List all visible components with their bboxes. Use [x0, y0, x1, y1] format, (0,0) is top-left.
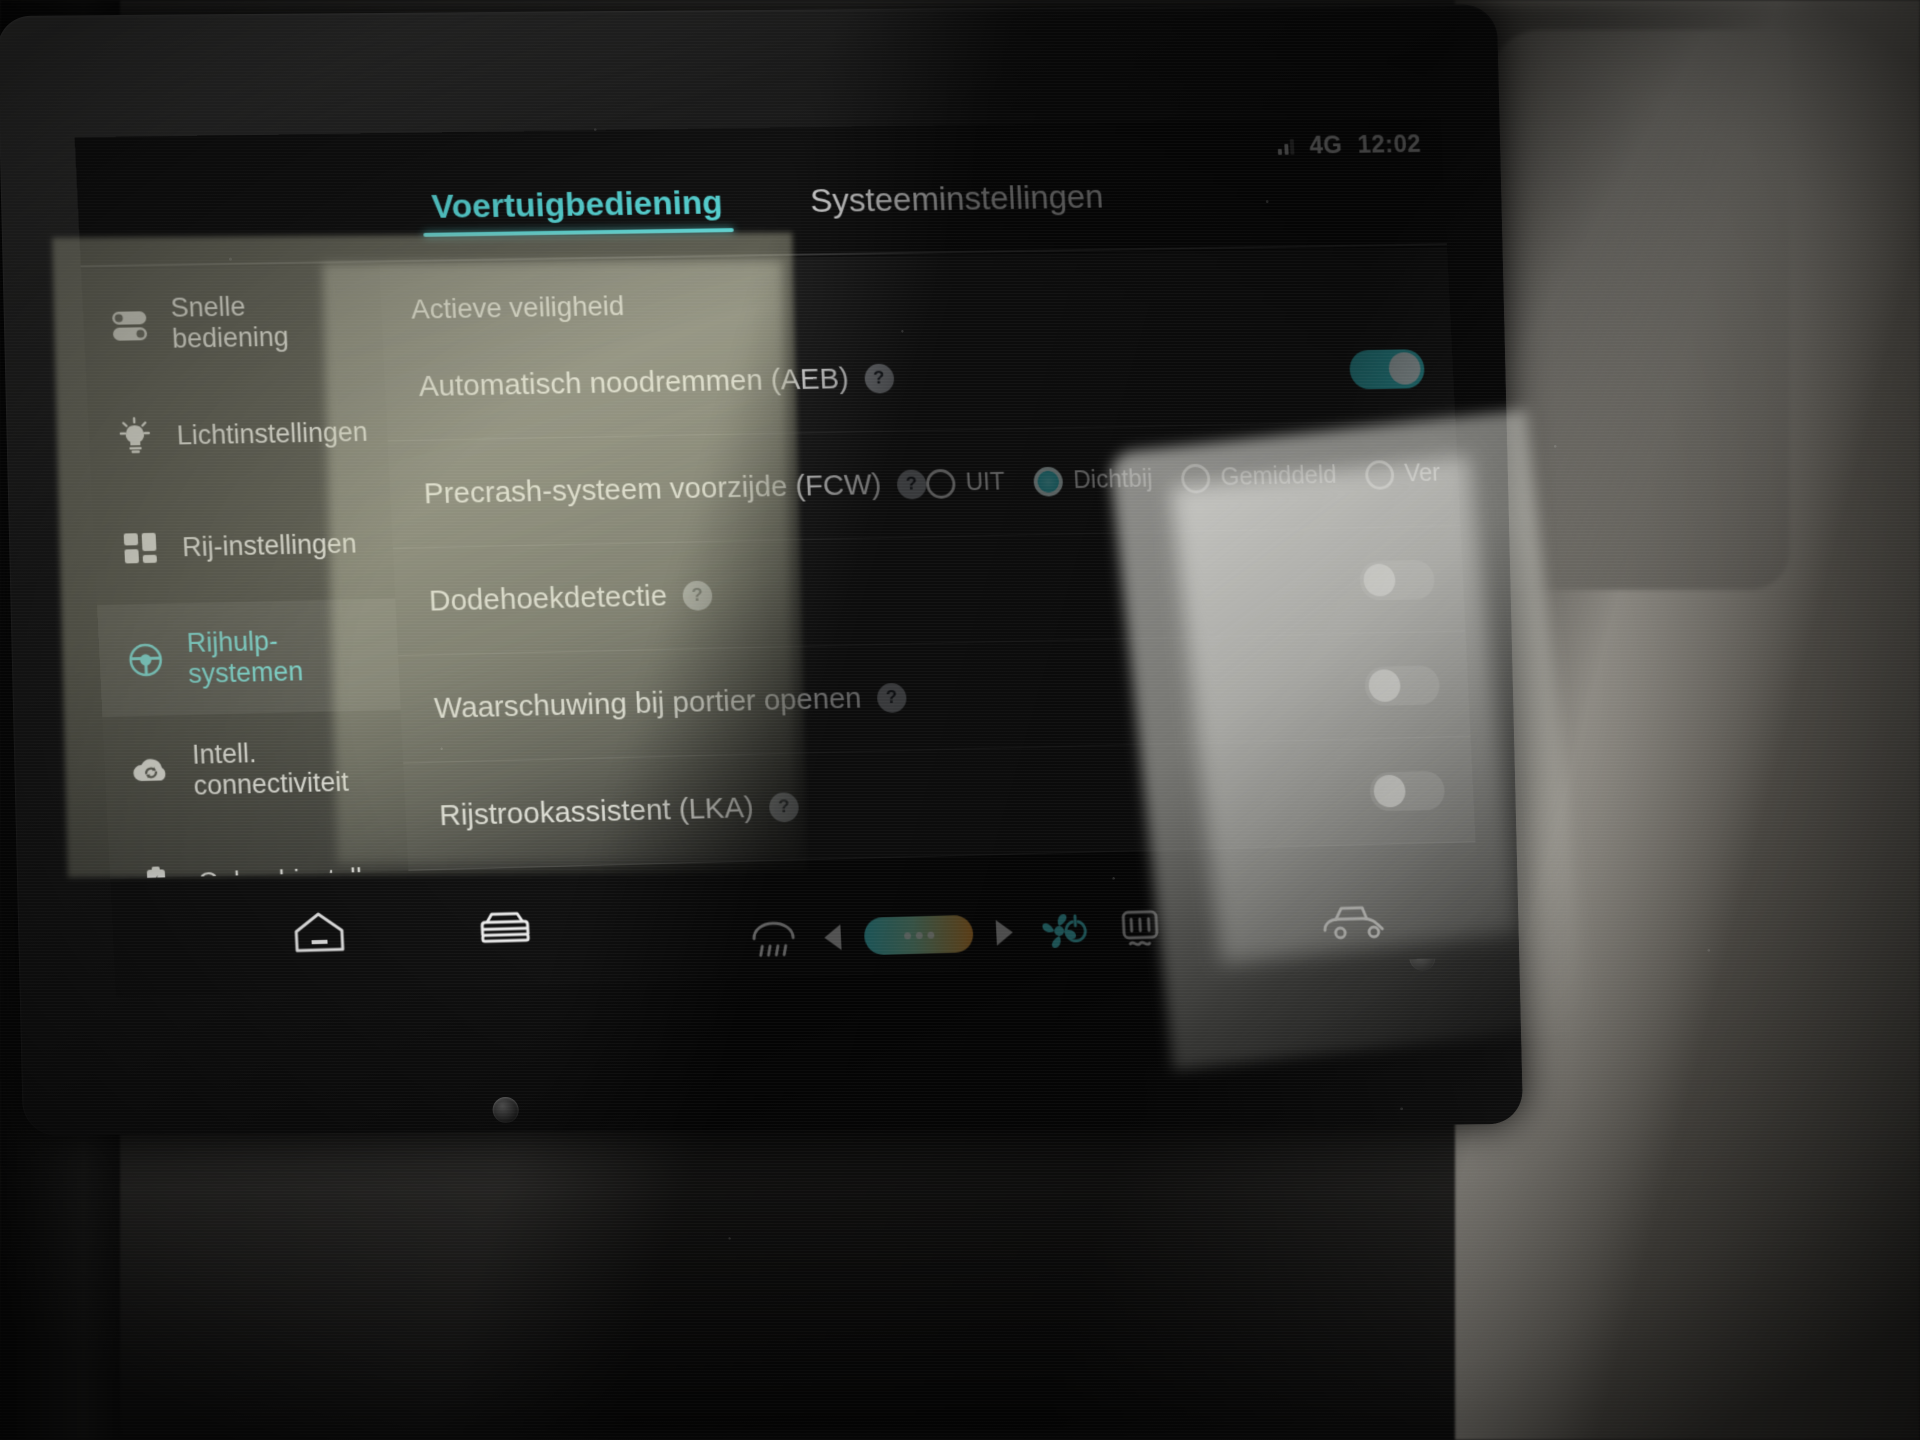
setting-row-aeb[interactable]: Automatisch noodremmen (AEB) ?: [382, 315, 1456, 442]
radio-dot: [1364, 459, 1395, 490]
toggle-lka[interactable]: [1369, 770, 1446, 812]
temperature-slider[interactable]: [863, 914, 974, 956]
tab-voertuigbediening[interactable]: Voertuigbediening: [425, 180, 730, 243]
setting-label: Rijstrookassistent (LKA): [438, 790, 755, 832]
radio-label: Dichtbij: [1072, 464, 1154, 494]
network-type-label: 4G: [1308, 130, 1344, 159]
front-defrost-icon[interactable]: [1114, 904, 1166, 954]
radio-dot: [1180, 463, 1211, 494]
help-icon[interactable]: ?: [876, 682, 907, 713]
home-icon[interactable]: [289, 906, 349, 957]
sidebar-item-label: Rij-instellingen: [181, 528, 358, 562]
arrow-right-icon[interactable]: [995, 919, 1014, 946]
setting-label: Precrash-systeem voorzijde (FCW): [423, 467, 883, 510]
sidebar-item-label: Lichtinstellingen: [176, 416, 369, 450]
help-icon[interactable]: ?: [681, 580, 713, 611]
radio-dichtbij[interactable]: Dichtbij: [1033, 464, 1154, 497]
sidebar-item-rijhulp-systemen[interactable]: Rijhulp-systemen: [97, 598, 401, 717]
radio-label: Ver: [1403, 459, 1441, 488]
sidebar-item-rij-instellingen[interactable]: Rij-instellingen: [92, 487, 396, 605]
setting-label: Dodehoekdetectie: [428, 579, 668, 618]
lightbulb-icon: [110, 412, 160, 461]
sidebar-item-label: Rijhulp-systemen: [186, 626, 304, 689]
sliders-icon: [104, 300, 154, 349]
radio-dot: [925, 468, 956, 499]
infotainment-screen: 4G 12:02 Voertuigbediening Systeeminstel…: [74, 118, 1482, 997]
car-seat-icon[interactable]: [1318, 899, 1395, 942]
radio-label: Gemiddeld: [1220, 461, 1338, 491]
climate-control-strip: [745, 904, 1166, 965]
sidebar-item-label: Intell. connectiviteit: [191, 738, 350, 801]
infotainment-screen-bezel: 4G 12:02 Voertuigbediening Systeeminstel…: [0, 4, 1524, 1136]
car-icon[interactable]: [473, 904, 536, 949]
toggle-aeb[interactable]: [1348, 348, 1426, 390]
sidebar-item-label: Snelle bediening: [169, 291, 290, 354]
toggle-dodehoekdetectie[interactable]: [1358, 559, 1436, 601]
arrow-left-icon[interactable]: [823, 924, 842, 951]
radio-label: UIT: [965, 467, 1006, 497]
bezel-sensor-top: [492, 1096, 519, 1124]
sidebar-item-snelle-bediening[interactable]: Snelle bediening: [81, 264, 385, 381]
sidebar-item-lichtinstellingen[interactable]: Lichtinstellingen: [86, 376, 390, 493]
cloud-sync-icon: [126, 747, 176, 796]
help-icon[interactable]: ?: [768, 791, 800, 823]
clock-label: 12:02: [1356, 129, 1422, 159]
help-icon[interactable]: ?: [896, 468, 927, 500]
sidebar-item-intell-connectiviteit[interactable]: Intell. connectiviteit: [102, 710, 406, 829]
help-icon[interactable]: ?: [863, 363, 895, 394]
rear-defrost-icon[interactable]: [745, 916, 802, 963]
fcw-distance-radio-group: UIT Dichtbij Gemiddeld Ver: [925, 459, 1441, 499]
toggle-portier-waarschuwing[interactable]: [1364, 664, 1441, 706]
steering-wheel-icon: [121, 635, 171, 684]
radio-ver[interactable]: Ver: [1364, 459, 1441, 490]
fan-icon[interactable]: [1035, 906, 1093, 957]
status-bar: 4G 12:02: [1277, 123, 1422, 168]
radio-uit[interactable]: UIT: [925, 467, 1006, 499]
grid-squares-icon: [115, 524, 165, 573]
setting-label: Automatisch noodremmen (AEB): [417, 361, 850, 403]
signal-bars-icon: [1278, 138, 1295, 155]
dashboard-air-vent-panel: [1490, 30, 1790, 590]
tab-systeeminstellingen[interactable]: Systeeminstellingen: [803, 174, 1110, 237]
setting-label: Waarschuwing bij portier openen: [433, 681, 863, 725]
radio-gemiddeld[interactable]: Gemiddeld: [1180, 461, 1338, 494]
radio-dot: [1033, 466, 1064, 497]
